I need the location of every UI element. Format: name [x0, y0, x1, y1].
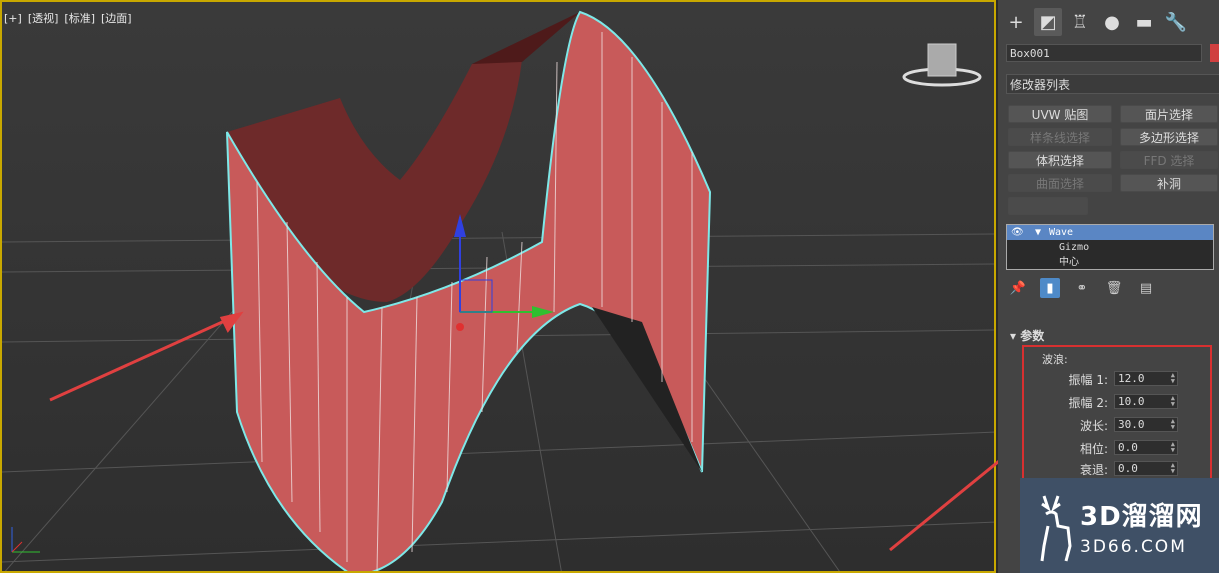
create-tab-icon[interactable]: + — [1002, 8, 1030, 36]
expand-triangle-icon[interactable]: ▼ — [1035, 225, 1041, 240]
visibility-eye-icon[interactable]: 👁 — [1011, 225, 1024, 240]
spinner-arrows-icon[interactable]: ▲ ▼ — [1171, 462, 1175, 475]
spinner-arrows-icon[interactable]: ▲ ▼ — [1171, 395, 1175, 408]
annotation-arrow-left — [49, 311, 244, 402]
display-tab-icon[interactable]: ▬ — [1130, 8, 1158, 36]
stack-item-gizmo[interactable]: Gizmo — [1007, 240, 1213, 255]
spinner-arrows-icon[interactable]: ▲ ▼ — [1171, 418, 1175, 431]
spinner-value: 0.0 — [1118, 441, 1138, 454]
wavelength-row: 波长: 30.0 ▲ ▼ — [1024, 417, 1184, 433]
object-name-field[interactable]: Box001 — [1006, 44, 1202, 62]
stack-item-center[interactable]: 中心 — [1007, 255, 1213, 270]
spinner-value: 12.0 — [1118, 372, 1145, 385]
mesh-top-inner — [472, 12, 580, 64]
show-end-result-icon[interactable]: ▮ — [1040, 278, 1060, 298]
decay-row: 衰退: 0.0 ▲ ▼ — [1024, 461, 1184, 477]
modifier-list-dropdown[interactable]: 修改器列表 — [1006, 74, 1219, 94]
viewport-scene — [2, 10, 994, 571]
hierarchy-tab-icon[interactable]: ♖ — [1066, 8, 1094, 36]
param-label: 波长: — [1079, 419, 1108, 433]
watermark-title: 3D溜溜网 — [1080, 502, 1203, 532]
param-label: 振幅 1: — [1068, 373, 1109, 387]
spinner-arrows-icon[interactable]: ▲ ▼ — [1171, 441, 1175, 454]
amplitude2-row: 振幅 2: 10.0 ▲ ▼ — [1024, 394, 1184, 410]
ffd-select-button[interactable]: FFD 选择 — [1120, 151, 1218, 169]
viewport-menu-standard[interactable]: [标准] — [64, 12, 95, 25]
amplitude1-row: 振幅 1: 12.0 ▲ ▼ — [1024, 371, 1184, 387]
surface-select-button[interactable]: 曲面选择 — [1008, 174, 1112, 192]
viewcube-icon[interactable] — [902, 43, 982, 87]
param-label: 衰退: — [1079, 463, 1108, 477]
vol-select-button[interactable]: 体积选择 — [1008, 151, 1112, 169]
phase-row: 相位: 0.0 ▲ ▼ — [1024, 440, 1184, 456]
perspective-viewport[interactable]: [+] [透视] [标准] [边面] — [0, 0, 996, 573]
pin-stack-icon[interactable]: 📌 — [1008, 278, 1028, 298]
command-panel-tabs: + ◩ ♖ ● ▬ 🔧 — [1002, 8, 1190, 36]
stack-toolbar: 📌 ▮ ⚭ 🗑 ▤ — [1008, 278, 1156, 298]
watermark-url: 3D66.COM — [1080, 537, 1187, 557]
poly-select-button[interactable]: 多边形选择 — [1120, 128, 1218, 146]
deer-logo-icon — [1040, 495, 1072, 562]
configure-sets-icon[interactable]: ▤ — [1136, 278, 1156, 298]
phase-spinner[interactable]: 0.0 ▲ ▼ — [1114, 440, 1178, 455]
rollout-title-label: 参数 — [1020, 329, 1045, 343]
stack-item-label: Gizmo — [1059, 242, 1090, 253]
wavelength-spinner[interactable]: 30.0 ▲ ▼ — [1114, 417, 1178, 432]
modify-tab-icon[interactable]: ◩ — [1034, 8, 1062, 36]
patch-select-button[interactable]: 面片选择 — [1120, 105, 1218, 123]
watermark-logo: 3D溜溜网 3D66.COM — [1020, 478, 1219, 573]
watermark-text: 3D溜溜网 3D66.COM — [1080, 496, 1203, 557]
uvw-map-button[interactable]: UVW 贴图 — [1008, 105, 1112, 123]
make-unique-icon[interactable]: ⚭ — [1072, 278, 1092, 298]
viewport-menu-edged-faces[interactable]: [边面] — [101, 12, 132, 25]
viewport-menu-perspective[interactable]: [透视] — [28, 12, 59, 25]
wave-group-label: 波浪: — [1042, 353, 1068, 366]
viewport-menu-plus[interactable]: [+] — [4, 12, 22, 25]
param-label: 振幅 2: — [1068, 396, 1109, 410]
param-label: 相位: — [1079, 442, 1108, 456]
rollout-parameters-title[interactable]: ▾ 参数 — [1010, 327, 1044, 344]
stack-item-label: Wave — [1049, 227, 1074, 238]
object-color-swatch[interactable] — [1210, 44, 1219, 62]
amplitude1-spinner[interactable]: 12.0 ▲ ▼ — [1114, 371, 1178, 386]
stack-item-label: 中心 — [1059, 257, 1079, 268]
spline-select-button[interactable]: 样条线选择 — [1008, 128, 1112, 146]
spinner-value: 30.0 — [1118, 418, 1145, 431]
utilities-tab-icon[interactable]: 🔧 — [1162, 8, 1190, 36]
spinner-arrows-icon[interactable]: ▲ ▼ — [1171, 372, 1175, 385]
decay-spinner[interactable]: 0.0 ▲ ▼ — [1114, 461, 1178, 476]
viewport-labels[interactable]: [+] [透视] [标准] [边面] — [4, 10, 138, 26]
modifier-stack[interactable]: 👁 ▼ Wave Gizmo 中心 — [1006, 224, 1214, 270]
spinner-value: 0.0 — [1118, 462, 1138, 475]
spinner-value: 10.0 — [1118, 395, 1145, 408]
cap-holes-button[interactable]: 补洞 — [1120, 174, 1218, 192]
remove-modifier-icon[interactable]: 🗑 — [1104, 278, 1124, 298]
stack-item-wave[interactable]: 👁 ▼ Wave — [1007, 225, 1213, 240]
amplitude2-spinner[interactable]: 10.0 ▲ ▼ — [1114, 394, 1178, 409]
motion-tab-icon[interactable]: ● — [1098, 8, 1126, 36]
empty-modifier-button[interactable] — [1008, 197, 1088, 215]
wave-parameters-highlight: 波浪: 振幅 1: 12.0 ▲ ▼ 振幅 2: 10.0 ▲ ▼ 波长: 30.0 ▲ ▼… — [1022, 345, 1212, 480]
